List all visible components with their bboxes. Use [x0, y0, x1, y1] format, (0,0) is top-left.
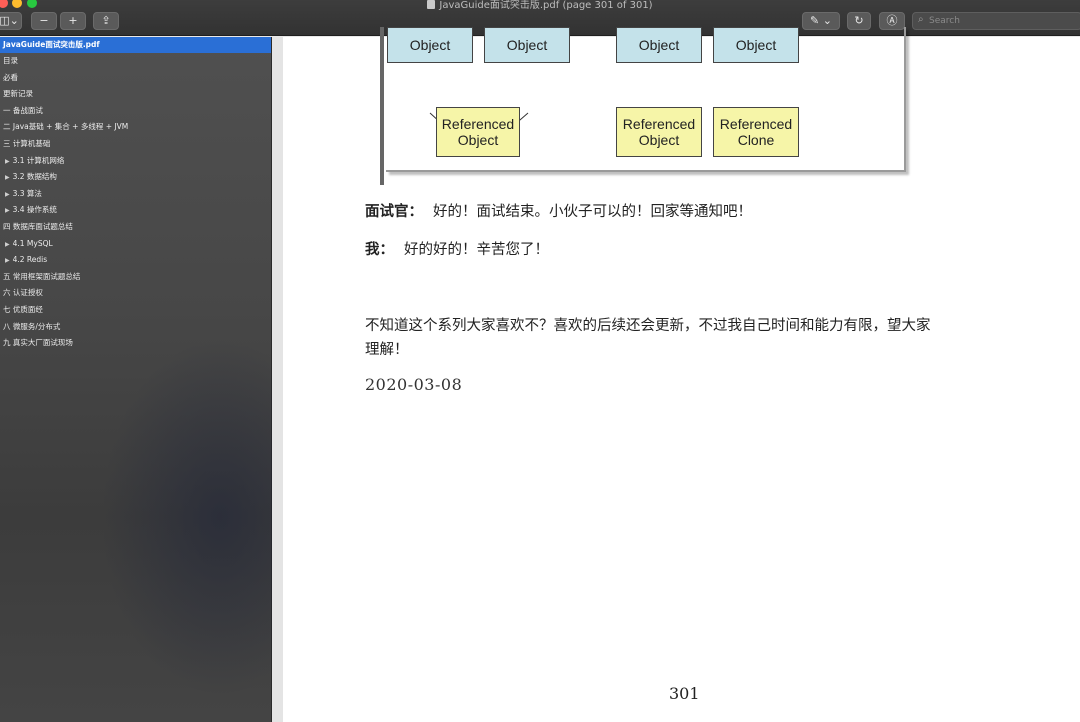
sidebar-item-label: 六 认证授权 [3, 288, 43, 298]
search-icon: ⌕ [918, 14, 924, 25]
closing-line-2: 理解！ [365, 342, 409, 358]
box-label: Clone [737, 132, 775, 148]
sidebar-item-label: 4.2 Redis [12, 255, 48, 265]
referenced-object-box-2: Referenced Object [616, 107, 702, 157]
sidebar-item-label: 更新记录 [3, 89, 33, 99]
sidebar-item-label: JavaGuide面试突击版.pdf [3, 40, 100, 49]
disclosure-triangle-icon[interactable]: ▶ [5, 191, 10, 198]
sidebar-item[interactable]: 五 常用框架面试题总结 [0, 269, 271, 286]
cloned-object-box-2: Object [713, 27, 799, 63]
disclosure-triangle-icon[interactable]: ▶ [5, 257, 10, 264]
me-text: 好的好的！辛苦您了！ [404, 242, 549, 258]
zoom-out-button[interactable]: − [31, 12, 57, 30]
share-button[interactable]: ⇪ [93, 12, 119, 30]
box-label: Referenced [441, 116, 515, 132]
closing-paragraph: 不知道这个系列大家喜欢不？喜欢的后续还会更新，不过我自己时间和能力有限，望大家 … [365, 314, 931, 362]
sidebar-item-label: 一 备战面试 [3, 105, 43, 115]
box-label: Object [409, 37, 451, 53]
box-label: Referenced [622, 116, 696, 132]
sidebar-item[interactable]: ▶ 3.2 数据结构 [0, 169, 271, 186]
referenced-object-box-1: Referenced Object [436, 107, 520, 157]
interviewer-text: 好的！面试结束。小伙子可以的！回家等通知吧！ [433, 204, 752, 220]
box-label: Object [638, 37, 680, 53]
sidebar-item[interactable]: ▶ 4.1 MySQL [0, 236, 271, 253]
cloned-object-box-1: Object [484, 27, 570, 63]
sidebar-item[interactable]: ▶ 3.4 操作系统 [0, 202, 271, 219]
sidebar-item-label: 二 Java基础 + 集合 + 多线程 + JVM [3, 122, 129, 132]
sidebar-item-label: 四 数据库面试题总结 [3, 221, 73, 231]
search-field[interactable]: ⌕ [912, 12, 1080, 30]
sidebar-item[interactable]: 二 Java基础 + 集合 + 多线程 + JVM [0, 119, 271, 136]
sidebar-item[interactable]: 必看 [0, 70, 271, 87]
sidebar-item-label: 必看 [3, 72, 18, 82]
original-object-box-1: Object [387, 27, 473, 63]
zoom-in-button[interactable]: + [60, 12, 86, 30]
window-title: JavaGuide面试突击版.pdf (page 301 of 301) [0, 0, 1080, 11]
table-of-contents-sidebar: JavaGuide面试突击版.pdf 目录必看更新记录一 备战面试二 Java基础… [0, 37, 340, 722]
search-input[interactable] [929, 14, 1069, 28]
sidebar-item[interactable]: 四 数据库面试题总结 [0, 219, 271, 236]
sidebar-item-label: 3.4 操作系统 [12, 205, 57, 215]
interviewer-label: 面试官： [365, 203, 423, 220]
page-gutter [272, 37, 283, 722]
sidebar-item[interactable]: 九 真实大厂面试现场 [0, 335, 271, 352]
referenced-clone-box: Referenced Clone [713, 107, 799, 157]
sidebar-toggle-button[interactable]: ◫⌄ [0, 12, 22, 30]
original-object-box-2: Object [616, 27, 702, 63]
sidebar-item[interactable]: 八 微服务/分布式 [0, 319, 271, 336]
sidebar-item-label: 3.1 计算机网络 [12, 155, 65, 165]
disclosure-triangle-icon[interactable]: ▶ [5, 158, 10, 165]
sidebar-item-label: 八 微服务/分布式 [3, 321, 61, 331]
sidebar-item-label: 3.3 算法 [12, 188, 42, 198]
window-title-text: JavaGuide面试突击版.pdf (page 301 of 301) [439, 0, 653, 11]
sidebar-item[interactable]: 一 备战面试 [0, 103, 271, 120]
sidebar-item-label: 九 真实大厂面试现场 [3, 338, 73, 348]
sidebar-item[interactable]: ▶ 3.3 算法 [0, 186, 271, 203]
box-label: Object [506, 37, 548, 53]
sidebar-item[interactable]: ▶ 3.1 计算机网络 [0, 153, 271, 170]
sidebar-item-label: 五 常用框架面试题总结 [3, 271, 81, 281]
sidebar-item[interactable]: 目录 [0, 53, 271, 70]
me-label: 我： [365, 241, 394, 258]
box-label: Object [457, 132, 499, 148]
box-label: Referenced [719, 116, 793, 132]
pdf-page: Object Object Object Object Referenced O… [283, 27, 1080, 722]
sidebar-item-label: 3.2 数据结构 [12, 172, 57, 182]
sidebar-item[interactable]: ▶ 4.2 Redis [0, 252, 271, 269]
sidebar-item[interactable]: 更新记录 [0, 86, 271, 103]
sidebar-item[interactable]: 六 认证授权 [0, 285, 271, 302]
pdf-document-icon [427, 0, 436, 9]
sidebar-item[interactable]: JavaGuide面试突击版.pdf [0, 37, 271, 53]
disclosure-triangle-icon[interactable]: ▶ [5, 174, 10, 181]
sidebar-item[interactable]: 七 优质面经 [0, 302, 271, 319]
box-label: Object [735, 37, 777, 53]
disclosure-triangle-icon[interactable]: ▶ [5, 241, 10, 248]
page-number: 301 [669, 684, 700, 703]
sidebar-item[interactable]: 三 计算机基础 [0, 136, 271, 153]
sidebar-item-label: 目录 [3, 56, 18, 65]
sidebar-item-label: 七 优质面经 [3, 304, 43, 314]
interviewer-line: 面试官： 好的！面试结束。小伙子可以的！回家等通知吧！ [365, 200, 752, 224]
me-line: 我： 好的好的！辛苦您了！ [365, 238, 549, 262]
closing-line-1: 不知道这个系列大家喜欢不？喜欢的后续还会更新，不过我自己时间和能力有限，望大家 [365, 318, 931, 334]
date-text: 2020-03-08 [365, 375, 463, 394]
sidebar-item-label: 4.1 MySQL [12, 238, 53, 248]
sidebar-item-label: 三 计算机基础 [3, 138, 51, 148]
box-label: Object [638, 132, 680, 148]
disclosure-triangle-icon[interactable]: ▶ [5, 207, 10, 214]
